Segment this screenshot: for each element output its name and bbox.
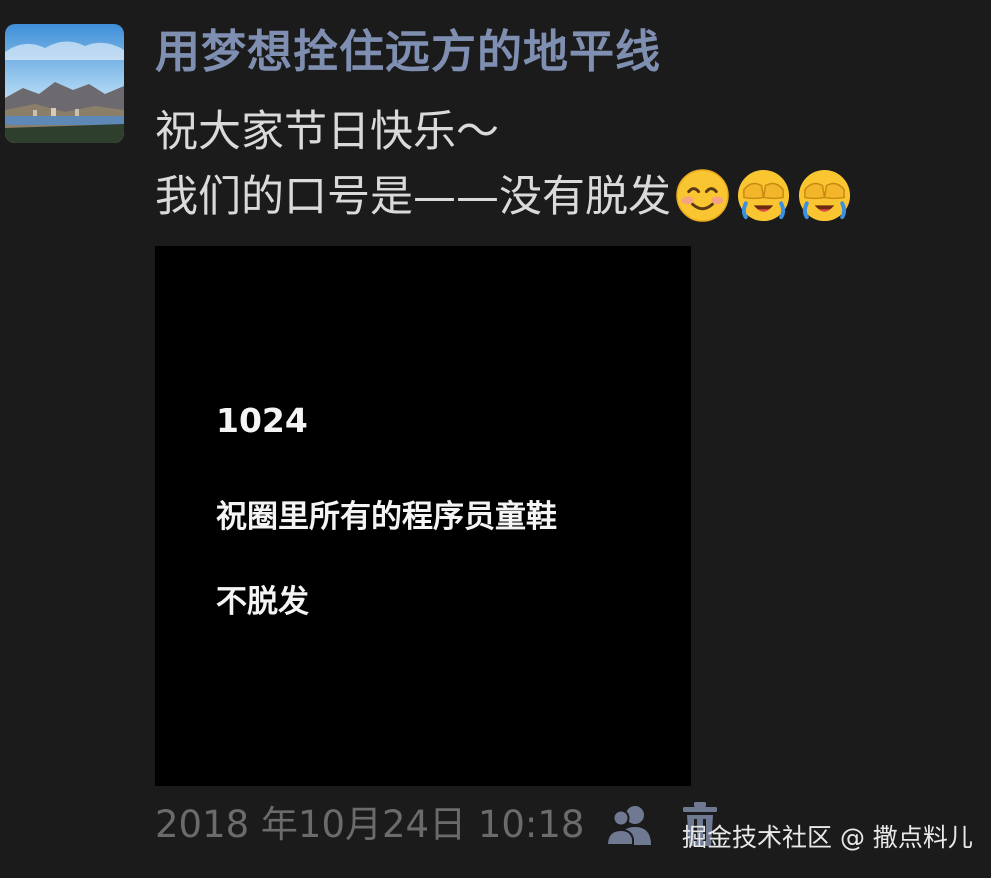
- post-text-line-1: 祝大家节日快乐～: [155, 107, 499, 157]
- username-link[interactable]: 用梦想拴住远方的地平线: [155, 22, 661, 82]
- friends-icon[interactable]: [605, 803, 655, 847]
- blush-smile-emoji: [675, 168, 730, 223]
- avatar[interactable]: [5, 24, 124, 143]
- emoji-row: [675, 168, 852, 223]
- post-text-line-2: 我们的口号是——没有脱发: [155, 165, 852, 230]
- watermark-text: 掘金技术社区 @ 撒点料儿: [682, 823, 973, 852]
- post-timestamp: 2018 年10月24日 10:18: [155, 803, 585, 846]
- facepalm-laugh-emoji: [736, 168, 791, 223]
- post-image[interactable]: 1024 祝圈里所有的程序员童鞋 不脱发: [155, 246, 691, 786]
- post-text-line-2-text: 我们的口号是——没有脱发: [155, 172, 671, 222]
- image-text-1024: 1024: [216, 401, 308, 440]
- post-body: 祝大家节日快乐～ 我们的口号是——没有脱发: [155, 100, 852, 230]
- landscape-avatar-image: [5, 24, 124, 143]
- image-text-greeting: 祝圈里所有的程序员童鞋: [216, 499, 557, 535]
- facepalm-laugh-emoji: [797, 168, 852, 223]
- image-text-no-hair-loss: 不脱发: [216, 584, 309, 620]
